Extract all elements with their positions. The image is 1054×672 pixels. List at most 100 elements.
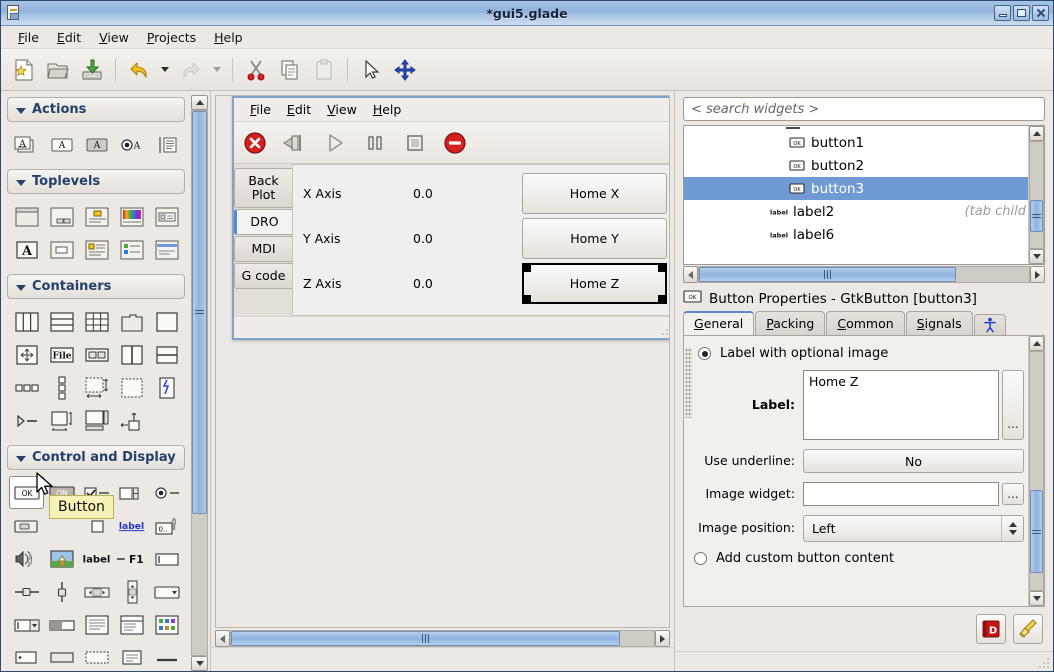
tab-common[interactable]: Common [826, 311, 905, 335]
tree-scroll-thumb[interactable] [1030, 200, 1043, 233]
save-button[interactable] [75, 53, 109, 87]
palette-item-spin-button-icon[interactable] [114, 476, 149, 509]
palette-item-assistant-icon[interactable] [79, 233, 114, 266]
abort-button[interactable] [440, 128, 470, 158]
menu-projects[interactable]: Projects [138, 27, 205, 48]
tab-accessibility[interactable] [973, 314, 1006, 335]
design-dro-page[interactable]: X Axis 0.0 Home X Y Axis 0.0 Home Y Z Ax… [292, 164, 669, 316]
palette-item-statusbar-icon[interactable] [44, 641, 79, 671]
palette-item-event-box-icon[interactable] [149, 371, 184, 404]
palette-item-vscale-icon[interactable] [44, 575, 79, 608]
palette-item-separator-icon[interactable] [149, 641, 184, 671]
properties-scroll-track[interactable] [1029, 351, 1044, 591]
undo-button[interactable] [122, 53, 156, 87]
design-menu-file[interactable]: File [242, 100, 279, 119]
tree-vertical-scrollbar[interactable] [1028, 126, 1044, 264]
palette-scrollbar[interactable] [191, 95, 208, 671]
palette-item-vpaned-icon[interactable] [149, 338, 184, 371]
palette-item-status-icon[interactable] [9, 641, 44, 671]
palette-item-label-icon[interactable]: label [79, 542, 114, 575]
spinner-arrows-icon[interactable] [1001, 516, 1023, 541]
widget-tree[interactable]: OK button1 OK button2 OK button3 label l… [683, 125, 1045, 265]
selection-handle[interactable] [658, 265, 665, 272]
label-with-image-radio[interactable] [698, 347, 711, 360]
canvas-scroll-right-button[interactable] [655, 630, 670, 647]
palette-section-containers[interactable]: Containers [7, 274, 185, 299]
palette-item-volume-button-icon[interactable] [9, 542, 44, 575]
image-widget-input[interactable] [803, 482, 999, 506]
design-tab-mdi[interactable]: MDI [234, 236, 292, 262]
canvas-scroll-track[interactable] [230, 630, 655, 647]
menu-file[interactable]: FFileile [9, 27, 48, 48]
palette-item-list-dialog-icon[interactable] [114, 233, 149, 266]
selection-handle[interactable] [658, 295, 665, 302]
palette-item-message-dialog-icon[interactable] [44, 233, 79, 266]
properties-scroll-down-button[interactable] [1029, 591, 1044, 606]
palette-item-hscale-icon[interactable] [9, 575, 44, 608]
tree-row-button2[interactable]: OK button2 [684, 154, 1028, 177]
palette-item-text-buffer-icon[interactable] [114, 641, 149, 671]
palette-scroll-up-button[interactable] [191, 95, 208, 110]
palette-item-vscrollbar-icon[interactable] [114, 575, 149, 608]
design-tab-dro[interactable]: DRO [234, 209, 292, 235]
palette-scroll-thumb[interactable] [192, 111, 207, 514]
tree-scroll-up-button[interactable] [1029, 126, 1044, 141]
properties-scroll-up-button[interactable] [1029, 336, 1044, 351]
menu-view[interactable]: View [90, 27, 138, 48]
palette-item-hbutton-box-icon[interactable] [79, 338, 114, 371]
cut-button[interactable] [239, 53, 273, 87]
pause-button[interactable] [360, 128, 390, 158]
copy-button[interactable] [273, 53, 307, 87]
palette-item-hbox-icon[interactable] [9, 305, 44, 338]
palette-item-progress-bar-icon[interactable] [44, 608, 79, 641]
tree-hscroll-track[interactable] [698, 266, 1030, 283]
palette-item-window-icon[interactable] [9, 200, 44, 233]
tree-scroll-right-button[interactable] [1030, 266, 1045, 283]
tree-scroll-down-button[interactable] [1029, 249, 1044, 264]
tree-row-label2[interactable]: label label2 (tab child [684, 200, 1028, 223]
palette-item-image-icon[interactable] [44, 542, 79, 575]
run-button[interactable] [320, 128, 350, 158]
palette-section-actions[interactable]: Actions [7, 97, 185, 122]
tree-hscroll-thumb[interactable] [699, 267, 957, 282]
image-position-select[interactable]: Left [803, 515, 1024, 542]
palette-item-radio-action-icon[interactable]: A [114, 128, 149, 161]
estop-button[interactable] [240, 128, 270, 158]
menu-help[interactable]: Help [205, 27, 252, 48]
palette-item-action-group-icon[interactable]: A [9, 128, 44, 161]
machine-power-button[interactable] [280, 128, 310, 158]
select-button[interactable] [354, 53, 388, 87]
properties-drag-grip[interactable] [684, 336, 692, 606]
palette-scroll-track[interactable] [191, 110, 208, 656]
close-button[interactable] [1032, 5, 1049, 21]
palette-item-button[interactable]: OK [9, 476, 44, 509]
canvas-scroll-thumb[interactable] [231, 631, 621, 646]
palette-scroll-down-button[interactable] [191, 656, 208, 671]
palette-item-file-chooser-button-icon[interactable] [9, 509, 44, 542]
use-underline-toggle[interactable]: No [803, 449, 1024, 473]
design-window[interactable]: File Edit View Help Back Plot DRO MDI G … [232, 96, 669, 340]
minimize-button[interactable] [994, 5, 1011, 21]
open-button[interactable] [41, 53, 75, 87]
design-tab-gcode[interactable]: G code [234, 263, 292, 289]
image-widget-more-button[interactable]: ... [1002, 483, 1024, 505]
palette-item-file-chooser-widget-icon[interactable]: File [44, 338, 79, 371]
tab-signals[interactable]: Signals [905, 311, 973, 335]
palette-section-toplevels[interactable]: Toplevels [7, 169, 185, 194]
palette-item-font-dialog-icon[interactable]: A [9, 233, 44, 266]
design-menu-help[interactable]: Help [365, 100, 410, 119]
palette-item-link-button-icon[interactable]: label [114, 509, 149, 542]
redo-button[interactable] [174, 53, 208, 87]
search-widgets-input[interactable]: < search widgets > [683, 97, 1045, 121]
palette-item-viewport-icon[interactable] [114, 404, 149, 437]
palette-item-recent-action-icon[interactable] [149, 128, 184, 161]
properties-scroll-thumb[interactable] [1030, 490, 1043, 574]
label-field-more-button[interactable]: ... [1002, 370, 1024, 440]
canvas-horizontal-scrollbar[interactable] [215, 630, 670, 647]
palette-item-frame-icon[interactable] [149, 305, 184, 338]
new-button[interactable] [7, 53, 41, 87]
palette-item-icon-view-icon[interactable] [149, 608, 184, 641]
tree-row-button1[interactable]: OK button1 [684, 131, 1028, 154]
palette-item-alignment-icon[interactable] [9, 338, 44, 371]
palette-item-text-view-icon[interactable] [79, 608, 114, 641]
